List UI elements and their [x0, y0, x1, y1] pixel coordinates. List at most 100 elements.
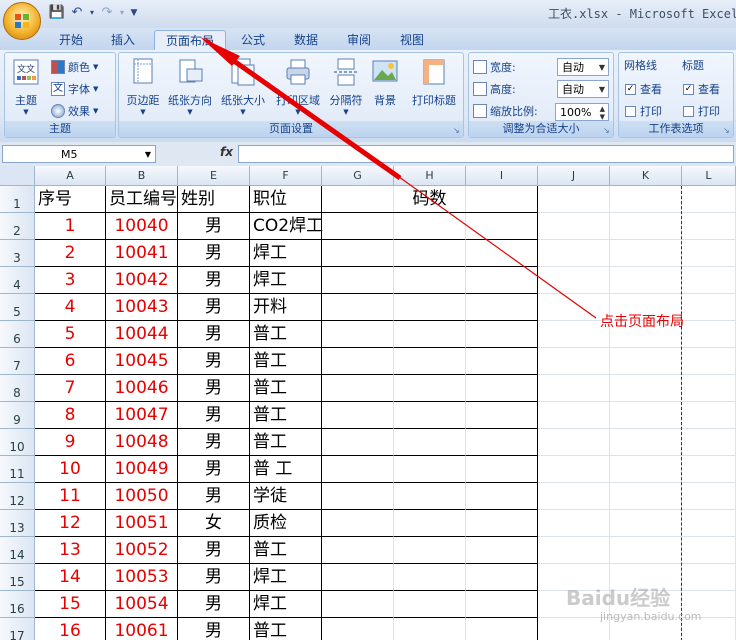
table-cell[interactable]: 焊工	[250, 267, 322, 294]
table-cell[interactable]: 14	[35, 564, 106, 591]
column-header[interactable]: G	[322, 166, 394, 186]
grid-cell[interactable]	[538, 510, 610, 537]
row-header[interactable]: 11	[0, 456, 35, 483]
undo-dropdown-icon[interactable]: ▾	[88, 4, 96, 22]
row-header[interactable]: 14	[0, 537, 35, 564]
table-cell[interactable]: 10048	[106, 429, 178, 456]
table-cell[interactable]: 7	[35, 375, 106, 402]
row-header[interactable]: 13	[0, 510, 35, 537]
table-cell[interactable]: 男	[178, 456, 250, 483]
grid-cell[interactable]	[394, 213, 466, 240]
grid-cell[interactable]	[682, 348, 736, 375]
table-cell[interactable]: 男	[178, 537, 250, 564]
table-cell[interactable]: 10061	[106, 618, 178, 640]
grid-cell[interactable]	[322, 213, 394, 240]
table-cell[interactable]: 焊工	[250, 564, 322, 591]
grid-cell[interactable]	[538, 537, 610, 564]
grid-cell[interactable]	[322, 618, 394, 640]
grid-cell[interactable]	[610, 483, 682, 510]
grid-cell[interactable]	[538, 213, 610, 240]
grid-cell[interactable]	[394, 564, 466, 591]
table-cell[interactable]: 普工	[250, 321, 322, 348]
grid-cell[interactable]	[682, 537, 736, 564]
table-cell[interactable]: 10043	[106, 294, 178, 321]
grid-cell[interactable]	[394, 375, 466, 402]
row-header[interactable]: 5	[0, 294, 35, 321]
grid-cell[interactable]	[466, 375, 538, 402]
grid-cell[interactable]	[682, 186, 736, 213]
table-cell[interactable]: 11	[35, 483, 106, 510]
headings-view-checkbox[interactable]: ✓ 查看	[683, 81, 720, 97]
table-cell[interactable]: 普工	[250, 618, 322, 640]
grid-cell[interactable]	[322, 483, 394, 510]
row-header[interactable]: 8	[0, 375, 35, 402]
table-cell[interactable]: 质检	[250, 510, 322, 537]
row-header[interactable]: 1	[0, 186, 35, 213]
grid-cell[interactable]	[538, 375, 610, 402]
table-cell[interactable]: 学徒	[250, 483, 322, 510]
table-cell[interactable]: 10040	[106, 213, 178, 240]
chevron-down-icon[interactable]: ▼	[145, 146, 151, 164]
grid-cell[interactable]	[322, 564, 394, 591]
table-cell[interactable]: 10053	[106, 564, 178, 591]
grid-cell[interactable]	[538, 267, 610, 294]
table-cell[interactable]: 10051	[106, 510, 178, 537]
table-cell[interactable]: 16	[35, 618, 106, 640]
table-cell[interactable]: 10050	[106, 483, 178, 510]
spin-arrows-icon[interactable]: ▲ ▼	[600, 105, 605, 121]
grid-cell[interactable]	[322, 429, 394, 456]
row-header[interactable]: 10	[0, 429, 35, 456]
column-header[interactable]: A	[35, 166, 106, 186]
table-cell[interactable]: 13	[35, 537, 106, 564]
table-cell[interactable]: 男	[178, 429, 250, 456]
row-header[interactable]: 7	[0, 348, 35, 375]
grid-cell[interactable]	[682, 456, 736, 483]
grid-cell[interactable]	[394, 456, 466, 483]
grid-cell[interactable]	[682, 240, 736, 267]
grid-cell[interactable]	[466, 240, 538, 267]
select-all-button[interactable]	[0, 166, 35, 186]
background-button[interactable]: 背景	[365, 57, 405, 108]
grid-cell[interactable]	[610, 348, 682, 375]
grid-cell[interactable]	[610, 375, 682, 402]
table-cell[interactable]: 8	[35, 402, 106, 429]
table-cell[interactable]: 10049	[106, 456, 178, 483]
row-header[interactable]: 3	[0, 240, 35, 267]
grid-cell[interactable]	[466, 483, 538, 510]
grid-cell[interactable]	[322, 240, 394, 267]
table-cell[interactable]: 10054	[106, 591, 178, 618]
grid-cell[interactable]	[538, 483, 610, 510]
grid-cell[interactable]	[394, 348, 466, 375]
dialog-launcher-icon[interactable]: ↘	[723, 126, 731, 135]
grid-cell[interactable]	[682, 294, 736, 321]
undo-icon[interactable]: ↶	[68, 4, 86, 22]
grid-cell[interactable]	[538, 456, 610, 483]
table-cell[interactable]: 2	[35, 240, 106, 267]
table-header-cell[interactable]: 员工编号	[106, 186, 178, 213]
table-cell[interactable]: 男	[178, 348, 250, 375]
grid-cell[interactable]	[466, 294, 538, 321]
margins-button[interactable]: 页边距 ▼	[121, 57, 165, 116]
grid-cell[interactable]	[394, 429, 466, 456]
table-cell[interactable]: 5	[35, 321, 106, 348]
theme-colors-button[interactable]: 颜色 ▼	[51, 57, 98, 77]
grid-cell[interactable]	[394, 321, 466, 348]
row-header[interactable]: 6	[0, 321, 35, 348]
tab-data[interactable]: 数据	[287, 30, 325, 50]
breaks-button[interactable]: 分隔符 ▼	[325, 57, 367, 116]
grid-cell[interactable]	[610, 186, 682, 213]
table-cell[interactable]: 12	[35, 510, 106, 537]
table-cell[interactable]: 男	[178, 321, 250, 348]
theme-effects-button[interactable]: 效果 ▼	[51, 101, 98, 121]
table-cell[interactable]: 10	[35, 456, 106, 483]
grid-cell[interactable]	[466, 213, 538, 240]
grid-cell[interactable]	[394, 267, 466, 294]
row-header[interactable]: 4	[0, 267, 35, 294]
grid-cell[interactable]	[682, 375, 736, 402]
table-cell[interactable]: 男	[178, 591, 250, 618]
table-cell[interactable]: 普工	[250, 375, 322, 402]
table-cell[interactable]: 1	[35, 213, 106, 240]
table-cell[interactable]: 10052	[106, 537, 178, 564]
table-cell[interactable]: 普 工	[250, 456, 322, 483]
table-cell[interactable]: 普工	[250, 348, 322, 375]
